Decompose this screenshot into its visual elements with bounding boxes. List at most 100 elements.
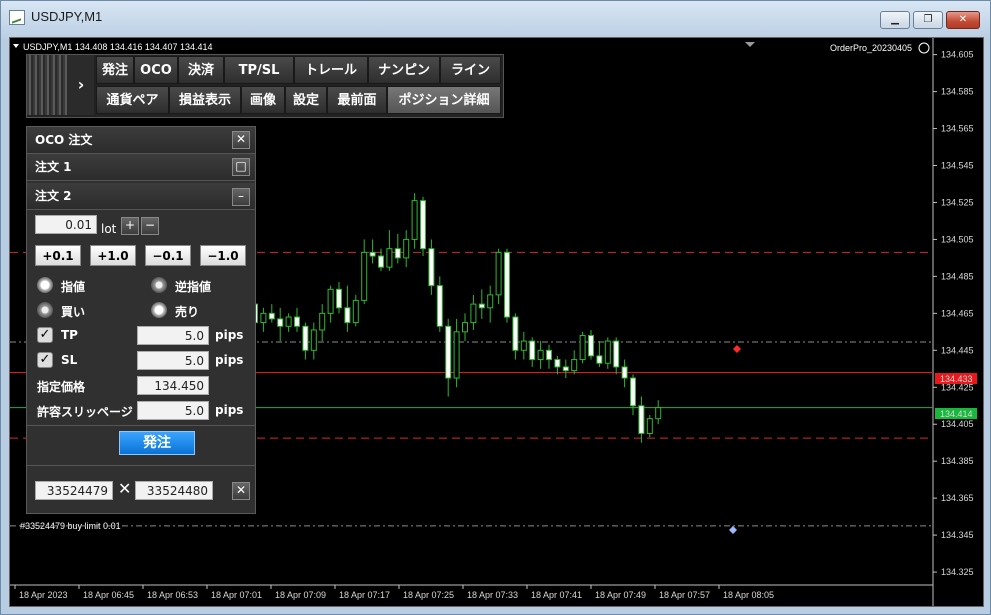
- panel-title-text: OCO 注文: [35, 133, 93, 147]
- tb-settings-button[interactable]: 設定: [285, 86, 327, 114]
- price-tick-label: 134.385: [941, 456, 974, 466]
- candle-bull: [571, 359, 578, 372]
- panel-title[interactable]: OCO 注文: [27, 127, 255, 154]
- candle-bull: [260, 312, 267, 324]
- time-tick-label: 18 Apr 07:57: [659, 590, 710, 600]
- tb-topmost-button[interactable]: 最前面: [327, 86, 387, 114]
- price-tick-label: 134.525: [941, 197, 974, 207]
- price-tick-label: 134.405: [941, 419, 974, 429]
- tb-position-detail-button[interactable]: ポジション詳細: [387, 86, 501, 114]
- tb-line-button[interactable]: ライン: [440, 56, 501, 84]
- step-plus-1.0-button[interactable]: +1.0: [90, 245, 136, 266]
- slippage-pips-unit: pips: [215, 403, 244, 417]
- price-axis: 134.605 134.585 134.565 134.545 134.525 134.5…: [933, 50, 974, 577]
- minimize-icon: –: [238, 189, 244, 203]
- tp-field[interactable]: 5.0: [137, 326, 209, 345]
- candle-bull: [453, 331, 460, 379]
- close-icon: ✕: [235, 132, 247, 146]
- order-marker-icon[interactable]: [729, 526, 737, 534]
- lot-field[interactable]: 0.01: [35, 215, 97, 234]
- candle-bear: [394, 248, 401, 259]
- buy-radio[interactable]: [37, 302, 53, 318]
- plus-icon: +: [124, 218, 136, 232]
- price-tick-label: 134.465: [941, 308, 974, 318]
- tb-order-button[interactable]: 発注: [96, 56, 134, 84]
- price-tick-label: 134.545: [941, 161, 974, 171]
- close-window-button[interactable]: ✕: [946, 11, 980, 29]
- stop-radio[interactable]: [151, 277, 167, 293]
- ea-smiley-icon: [918, 42, 930, 54]
- order1-header[interactable]: 注文 1: [27, 154, 255, 181]
- candle-bull: [537, 349, 544, 361]
- tb-nanpin-button[interactable]: ナンピン: [368, 56, 440, 84]
- submit-order-button[interactable]: 発注: [119, 431, 195, 455]
- tb-tpsl-button[interactable]: TP/SL: [224, 56, 294, 84]
- maximize-button[interactable]: ❐: [913, 11, 943, 29]
- slippage-field[interactable]: 5.0: [137, 401, 209, 420]
- panel-close-button[interactable]: ✕: [232, 131, 250, 149]
- step-minus-1.0-button[interactable]: −1.0: [200, 245, 246, 266]
- ticket2-field[interactable]: 33524480: [135, 481, 213, 500]
- price-tick-label: 134.565: [941, 124, 974, 134]
- candle-bear: [277, 318, 284, 327]
- candle-bull: [646, 418, 653, 434]
- candle-bull: [495, 251, 502, 296]
- sell-radio[interactable]: [151, 302, 167, 318]
- ticket1-field[interactable]: 33524479: [35, 481, 113, 500]
- price-tick-label: 134.505: [941, 234, 974, 244]
- toolbar-drag-handle[interactable]: [27, 55, 68, 115]
- candle-bear: [336, 288, 342, 309]
- chart-menu-icon[interactable]: [13, 44, 19, 48]
- shift-marker-icon[interactable]: [745, 42, 755, 47]
- tb-pnl-button[interactable]: 損益表示: [169, 86, 241, 114]
- tp-checkbox[interactable]: ✓: [37, 327, 53, 343]
- candle-bear: [621, 366, 628, 379]
- tb-image-button[interactable]: 画像: [241, 86, 285, 114]
- candle-bear: [638, 405, 645, 434]
- time-tick-label: 18 Apr 07:17: [339, 590, 390, 600]
- price-label: 指定価格: [37, 380, 86, 394]
- order2-collapse-button[interactable]: –: [232, 188, 250, 206]
- candle-bear: [294, 316, 300, 327]
- chart-window-icon: [9, 10, 25, 25]
- order2-header[interactable]: 注文 2: [27, 183, 255, 210]
- tp-label: TP: [61, 328, 78, 342]
- candle-bull: [470, 303, 477, 324]
- candle-bear: [529, 340, 536, 361]
- order1-expand-button[interactable]: □: [232, 158, 250, 176]
- candle-bear: [554, 359, 561, 368]
- check-icon: ✓: [39, 352, 51, 367]
- oco-order-panel: OCO 注文 ✕ 注文 1 □ 注文 2 – 0.01 lot + − +0.1…: [26, 126, 256, 514]
- slippage-label: 許容スリッページ: [37, 405, 133, 419]
- tb-oco-button[interactable]: OCO: [134, 56, 178, 84]
- maximize-icon: □: [235, 159, 247, 173]
- limit-radio[interactable]: [37, 277, 53, 293]
- chevron-right-icon: ›: [77, 75, 85, 94]
- divider: [27, 425, 255, 426]
- sl-checkbox[interactable]: ✓: [37, 352, 53, 368]
- minimize-button[interactable]: ▁: [880, 11, 910, 29]
- lot-plus-button[interactable]: +: [121, 217, 139, 235]
- step-minus-0.1-button[interactable]: −0.1: [145, 245, 191, 266]
- candle-bear: [562, 366, 569, 372]
- candle-bull: [655, 407, 662, 420]
- step-plus-0.1-button[interactable]: +0.1: [35, 245, 81, 266]
- time-axis: 18 Apr 2023 18 Apr 06:45 18 Apr 06:53 18 Ap…: [14, 585, 774, 600]
- sl-field[interactable]: 5.0: [137, 351, 209, 370]
- time-tick-label: 18 Apr 07:33: [467, 590, 518, 600]
- tb-pair-button[interactable]: 通貨ペア: [96, 86, 169, 114]
- title-bar[interactable]: USDJPY,M1 ▁ ❐ ✕: [1, 1, 990, 33]
- price-field[interactable]: 134.450: [137, 376, 209, 395]
- cancel-oco-button[interactable]: ✕: [232, 482, 250, 500]
- tb-close-button[interactable]: 決済: [178, 56, 224, 84]
- ask-price-label: 134.414: [940, 409, 973, 419]
- tb-trail-button[interactable]: トレール: [294, 56, 368, 84]
- tp-marker-icon[interactable]: [733, 345, 741, 353]
- lot-minus-button[interactable]: −: [141, 217, 159, 235]
- candle-bull: [327, 288, 334, 314]
- chart-area[interactable]: USDJPY,M1 134.408 134.416 134.407 134.41…: [9, 37, 984, 607]
- sl-label: SL: [61, 353, 78, 367]
- time-tick-label: 18 Apr 07:49: [595, 590, 646, 600]
- candle-bull: [386, 248, 393, 268]
- toolbar-expand-button[interactable]: ›: [68, 55, 94, 115]
